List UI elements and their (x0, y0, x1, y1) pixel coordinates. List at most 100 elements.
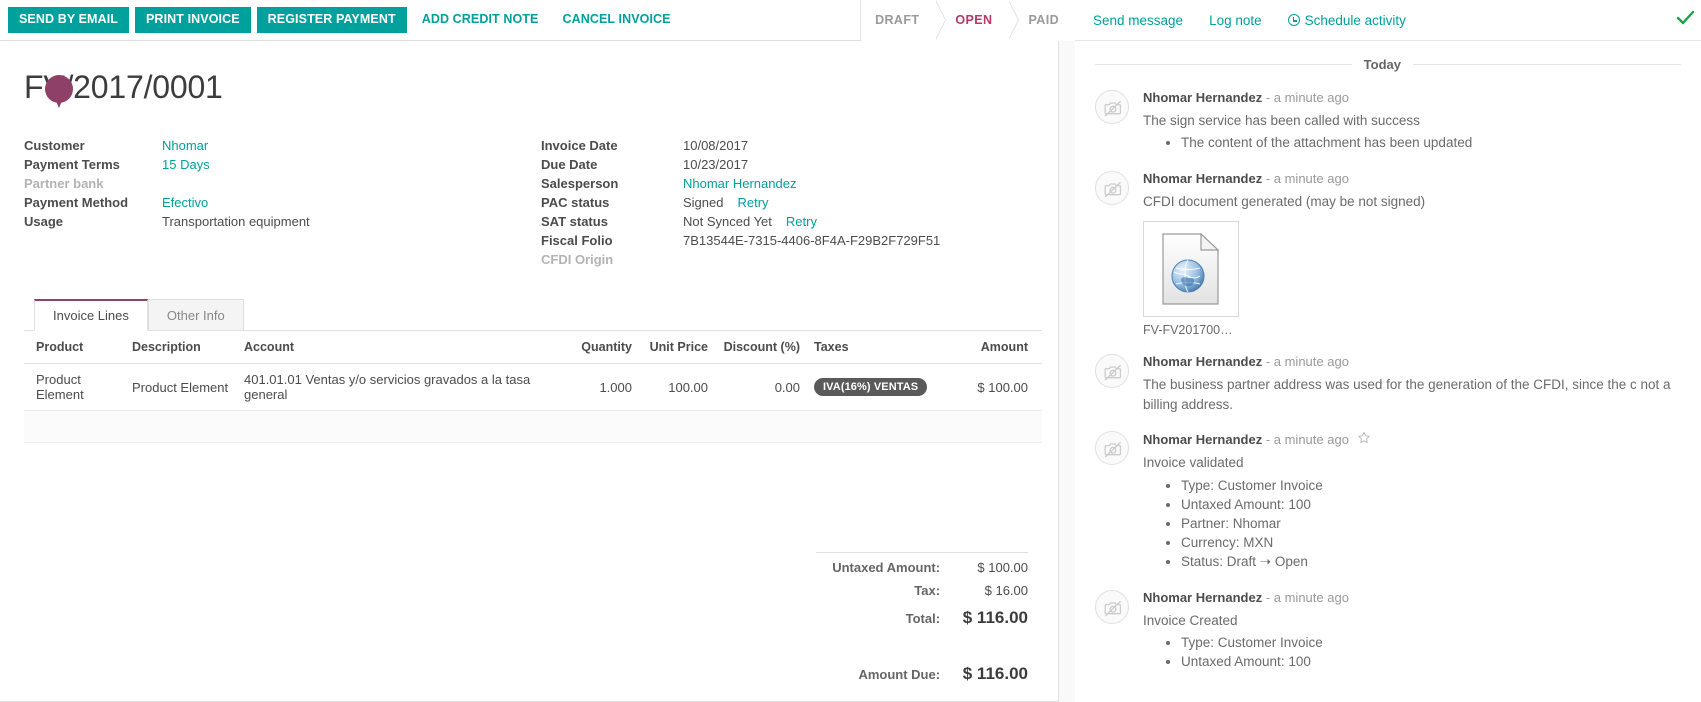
message-header: Nhomar Hernandez - a minute ago (1143, 590, 1681, 607)
header-unit-price[interactable]: Unit Price (646, 331, 722, 364)
field-value-customer[interactable]: Nhomar (162, 136, 533, 155)
message-header: Nhomar Hernandez - a minute ago (1143, 354, 1681, 371)
list-item: Status: Draft ➝ Open (1181, 553, 1681, 571)
field-row: Fiscal Folio 7B13544E-7315-4406-8F4A-F29B… (541, 231, 1042, 250)
day-separator-label: Today (1363, 57, 1401, 72)
cell-quantity: 1.000 (570, 363, 646, 411)
message-content: Nhomar Hernandez - a minute ago Invoice v… (1143, 431, 1681, 573)
header-discount[interactable]: Discount (%) (722, 331, 814, 364)
control-panel: SEND BY EMAIL PRINT INVOICE REGISTER PAYME… (0, 0, 1075, 41)
field-label-cfdi-origin: CFDI Origin (541, 252, 614, 267)
header-description[interactable]: Description (132, 331, 244, 364)
chatter-message: Nhomar Hernandez - a minute ago The sign … (1095, 90, 1681, 154)
field-value-salesperson-link[interactable]: Nhomar Hernandez (683, 176, 796, 191)
table-row[interactable]: Product Element Product Element 401.01.01 … (24, 363, 1042, 411)
chatter-message: Nhomar Hernandez - a minute ago The busin… (1095, 354, 1681, 414)
schedule-activity-button-label: Schedule activity (1304, 12, 1406, 28)
status-bar: DRAFT OPEN PAID (860, 0, 1075, 41)
field-row: SAT status Not Synced Yet Retry (541, 212, 1042, 231)
message-author[interactable]: Nhomar Hernandez (1143, 171, 1262, 186)
field-row: Usage Transportation equipment (24, 212, 533, 231)
invoice-lines-table: Product Description Account Quantity Uni… (24, 331, 1042, 474)
avatar (1095, 354, 1129, 389)
send-message-button-label: Send message (1093, 12, 1184, 28)
field-value-salesperson[interactable]: Nhomar Hernandez (683, 174, 1042, 193)
field-row: Partner bank (24, 174, 533, 193)
totals-section: Untaxed Amount: $ 100.00 Tax: $ 16.00 To… (24, 552, 1042, 688)
message-author[interactable]: Nhomar Hernandez (1143, 590, 1262, 605)
field-value-payment-terms-link[interactable]: 15 Days (162, 157, 210, 172)
field-value-payment-method-link[interactable]: Efectivo (162, 195, 208, 210)
message-author[interactable]: Nhomar Hernandez (1143, 90, 1262, 105)
message-body-text: The business partner address was used fo… (1143, 377, 1671, 412)
field-label-customer: Customer (24, 138, 85, 153)
log-note-button[interactable]: Log note (1209, 13, 1262, 28)
message-timestamp: - a minute ago (1262, 90, 1349, 105)
field-value-pac-status-retry-button[interactable]: Retry (737, 195, 768, 210)
empty-cell (570, 410, 646, 443)
tax-badge: IVA(16%) VENTAS (814, 378, 928, 396)
message-author[interactable]: Nhomar Hernandez (1143, 432, 1262, 447)
message-attachment[interactable]: FV-FV201700… (1143, 221, 1681, 337)
empty-cell (646, 442, 722, 474)
saved-check-icon (1675, 8, 1695, 31)
empty-line-row[interactable] (24, 442, 1042, 474)
field-row: Invoice Date 10/08/2017 (541, 136, 1042, 155)
field-value-customer-link[interactable]: Nhomar (162, 138, 208, 153)
message-author[interactable]: Nhomar Hernandez (1143, 354, 1262, 369)
field-value-payment-terms[interactable]: 15 Days (162, 155, 533, 174)
add-credit-note-button[interactable]: ADD CREDIT NOTE (413, 7, 548, 32)
empty-cell (950, 442, 1042, 474)
empty-cell (814, 410, 950, 443)
field-value-payment-method[interactable]: Efectivo (162, 193, 533, 212)
field-value-sat-status-retry-button[interactable]: Retry (786, 214, 817, 229)
field-value-fiscal-folio: 7B13544E-7315-4406-8F4A-F29B2F729F51 (683, 233, 941, 248)
form-pane: SEND BY EMAIL PRINT INVOICE REGISTER PAYME… (0, 0, 1075, 702)
field-row: Customer Nhomar (24, 136, 533, 155)
send-by-email-button[interactable]: SEND BY EMAIL (8, 7, 129, 33)
star-icon[interactable] (1357, 431, 1371, 445)
message-timestamp: - a minute ago (1262, 432, 1349, 448)
register-payment-button[interactable]: REGISTER PAYMENT (256, 7, 407, 33)
cell-amount: $ 100.00 (950, 363, 1042, 411)
status-step-draft[interactable]: DRAFT (861, 0, 947, 41)
field-value-invoice-date: 10/08/2017 (683, 138, 749, 153)
message-body: CFDI document generated (may be not sign… (1143, 192, 1681, 212)
log-note-button-label: Log note (1209, 12, 1262, 28)
tab-invoice-lines[interactable]: Invoice Lines (34, 299, 148, 331)
header-product[interactable]: Product (24, 331, 132, 364)
empty-cell (950, 410, 1042, 443)
list-item: Untaxed Amount: 100 (1181, 496, 1681, 514)
print-invoice-button[interactable]: PRINT INVOICE (135, 7, 251, 33)
xml-globe-file-icon (1162, 232, 1220, 305)
field-value-usage: Transportation equipment (162, 214, 310, 229)
avatar (1095, 589, 1129, 624)
send-message-button[interactable]: Send message (1093, 13, 1183, 28)
avatar (1095, 90, 1129, 124)
header-account[interactable]: Account (244, 331, 570, 364)
tab-other-info[interactable]: Other Info (147, 299, 244, 331)
field-row: CFDI Origin (541, 250, 1042, 269)
header-quantity[interactable]: Quantity (570, 331, 646, 364)
empty-cell (646, 410, 722, 443)
notebook-tabs: Invoice Lines Other Info (24, 299, 1042, 331)
empty-line-row[interactable] (24, 410, 1042, 443)
field-row: Payment Method Efectivo (24, 193, 533, 212)
empty-cell (244, 410, 570, 443)
day-separator: Today (1095, 57, 1681, 72)
message-content: Nhomar Hernandez - a minute ago CFDI docu… (1143, 171, 1681, 337)
page-title: FV/2017/0001 (24, 69, 223, 105)
cell-product: Product Element (24, 363, 132, 411)
field-label-sat-status: SAT status (541, 214, 608, 229)
cancel-invoice-button[interactable]: CANCEL INVOICE (553, 7, 679, 32)
table-header-row: Product Description Account Quantity Uni… (24, 331, 1042, 364)
header-taxes[interactable]: Taxes (814, 331, 950, 364)
schedule-activity-button[interactable]: Schedule activity (1287, 12, 1406, 28)
cell-discount: 0.00 (722, 363, 814, 411)
untaxed-amount-label: Untaxed Amount: (816, 552, 955, 579)
sheet-background: FV/2017/0001 Customer Nhomar Payment Terms… (0, 41, 1075, 702)
chatter-toolbar: Send message Log note Schedule activity (1075, 0, 1701, 41)
chatter-pane: Send message Log note Schedule activity To… (1075, 0, 1701, 702)
header-amount[interactable]: Amount (950, 331, 1042, 364)
attachment-thumbnail[interactable] (1143, 221, 1239, 318)
